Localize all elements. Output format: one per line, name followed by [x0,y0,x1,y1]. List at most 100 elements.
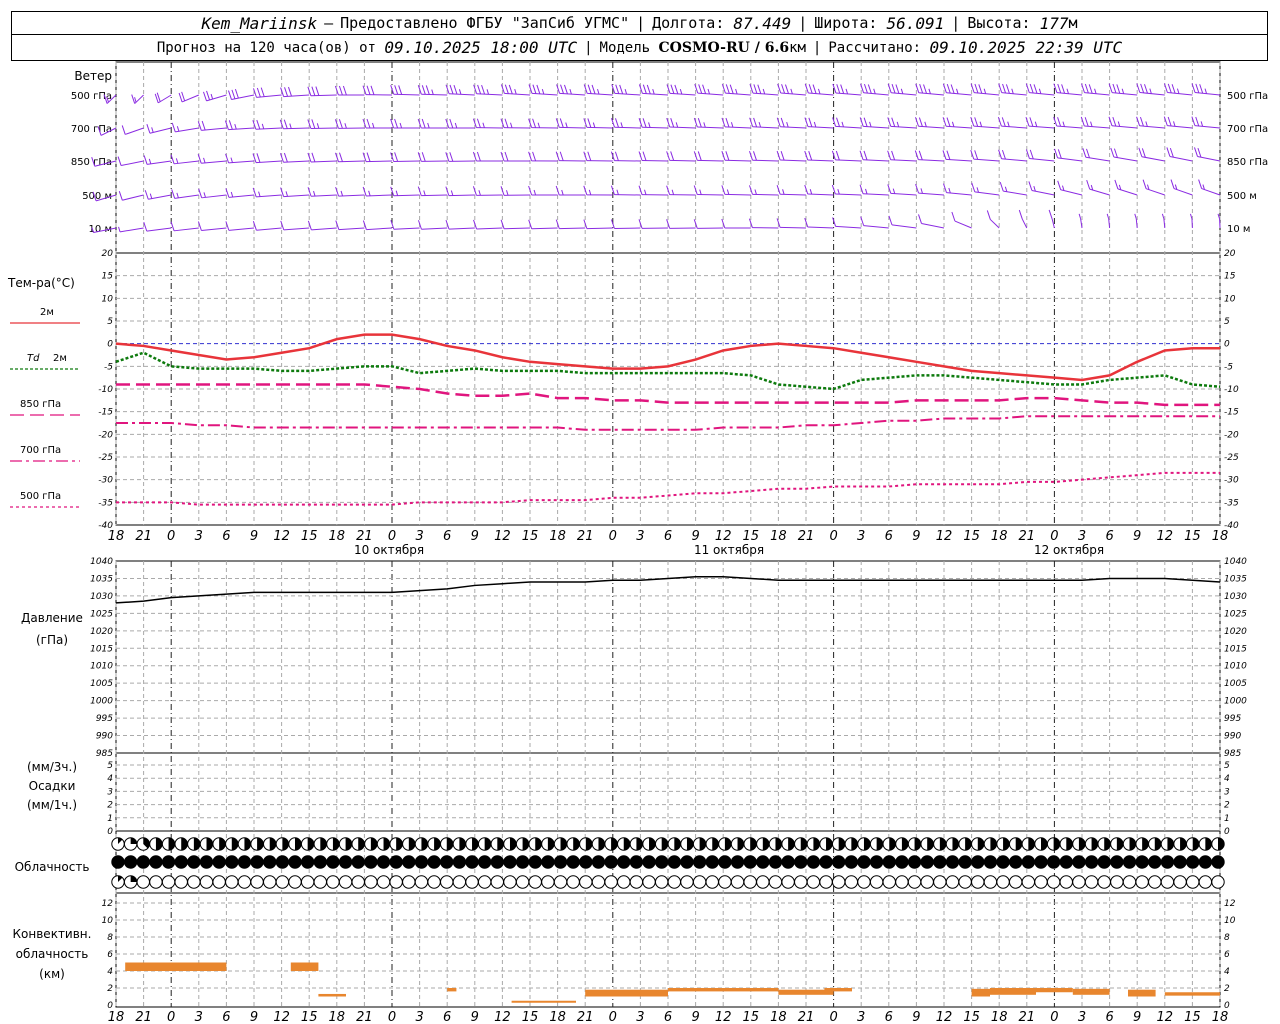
cloud-circle [983,855,998,869]
wind-barb-flag [974,83,979,94]
wind-barb-halfflag [762,88,766,95]
cloud-symbol [313,875,327,889]
wind-barb [951,211,972,229]
wind-barb [998,149,1027,162]
wind-barb [887,83,917,96]
cloud-symbol [869,837,884,851]
wind-barb-staff [476,227,503,230]
wind-barb-halfflag [148,158,152,165]
wind-barb [362,118,392,129]
cloud-symbol [794,855,808,869]
cloud-symbol [882,875,896,889]
wind-barb-halfflag [176,126,180,132]
wind-barb [610,219,641,229]
wind-barb-flag [1195,83,1200,94]
wind-barb [611,118,641,129]
cloud-symbol [326,875,340,889]
wind-barb-halfflag [900,88,904,94]
wind-barb-flag [449,84,454,95]
wind-barb-halfflag [261,123,265,130]
cloud-circle [718,855,732,869]
cloud-fill [965,837,972,851]
cloud-circle [692,875,707,889]
wind-barb-flag [1116,84,1121,94]
temp-tick-left: 20 [102,249,114,259]
wind-barb-flag [1054,148,1059,159]
cloud-symbol [1160,837,1175,851]
conv-x-tick: 18 [991,1010,1008,1024]
wind-barb [500,151,530,162]
conv-x-tick: 0 [167,1010,175,1024]
conv-tick-left: 10 [102,916,114,926]
cloud-symbol [604,875,618,889]
cloud-circle [338,855,353,869]
pressure-tick-left: 1000 [90,697,113,707]
wind-level-label-right: 500 гПа [1227,91,1268,102]
cloud-symbol [174,855,188,869]
cloud-symbol [983,875,998,889]
cloud-circle [705,875,719,889]
cloud-symbol [490,875,505,889]
cloud-symbol [123,875,138,889]
wind-barb-halfflag [920,188,923,194]
wind-barb-flag [181,91,186,102]
wind-barb-staff [256,227,282,231]
wind-barb-flag [749,151,753,161]
wind-barb-flag [808,117,813,127]
wind-barb-staff [201,227,227,232]
cloud-fill [788,837,795,851]
wind-barb-staff [421,227,448,230]
temp-tick-right: -30 [1224,476,1239,486]
wind-barb-flag [284,87,289,97]
cloud-symbol [857,837,871,851]
wind-barb-halfflag [1066,88,1069,94]
cloud-symbol [654,837,669,851]
wind-barb [666,84,696,96]
wind-barb [610,185,641,196]
wind-barb-flag [421,118,426,129]
wind-barb-staff [586,227,613,230]
precip-tick-left: 0 [107,827,113,837]
wind-barb-flag [315,86,320,96]
wind-barb [225,221,255,231]
precip-tick-right: 3 [1224,787,1230,797]
wind-barb-flag [338,85,343,96]
wind-barb [804,217,834,229]
conv-x-tick: 9 [250,1010,258,1024]
cloud-symbol [288,837,302,851]
temp-tick-left: -25 [98,453,113,463]
wind-barb-flag [986,210,991,220]
wind-barb [170,221,199,232]
cloud-circle [983,875,998,889]
wind-barb-halfflag [699,189,702,195]
wind-barb-flag [615,84,620,94]
conv-x-tick: 15 [963,1010,980,1024]
cloud-symbol [1173,875,1187,889]
wind-barb [198,188,227,199]
cloud-circle [857,855,871,869]
temp-x-tick: 9 [691,529,699,544]
wind-barb-halfflag [344,123,347,129]
cloud-fill [1167,837,1174,851]
wind-barb [970,116,1000,129]
cloud-circle [933,855,947,869]
temp-x-tick: 0 [1050,529,1058,544]
conv-x-tick: 12 [494,1010,511,1024]
cloud-circle [1186,875,1200,889]
cloud-symbol [692,855,707,869]
conv-tick-right: 0 [1224,1001,1230,1011]
cloud-symbol [642,837,656,851]
wind-barb [280,86,310,98]
temp-x-tick: 21 [135,529,152,544]
wind-barb-flag [638,151,643,161]
wind-barb [583,219,613,230]
cloud-symbol [705,875,719,889]
wind-barb [918,214,945,229]
cloud-circle [781,855,795,869]
cloud-fill [345,837,352,851]
wind-barb-flag [942,150,947,160]
wind-barb [1018,209,1028,229]
cloud-circle [895,855,909,869]
wind-barb-staff [1163,218,1166,229]
cloud-fill [320,837,327,851]
